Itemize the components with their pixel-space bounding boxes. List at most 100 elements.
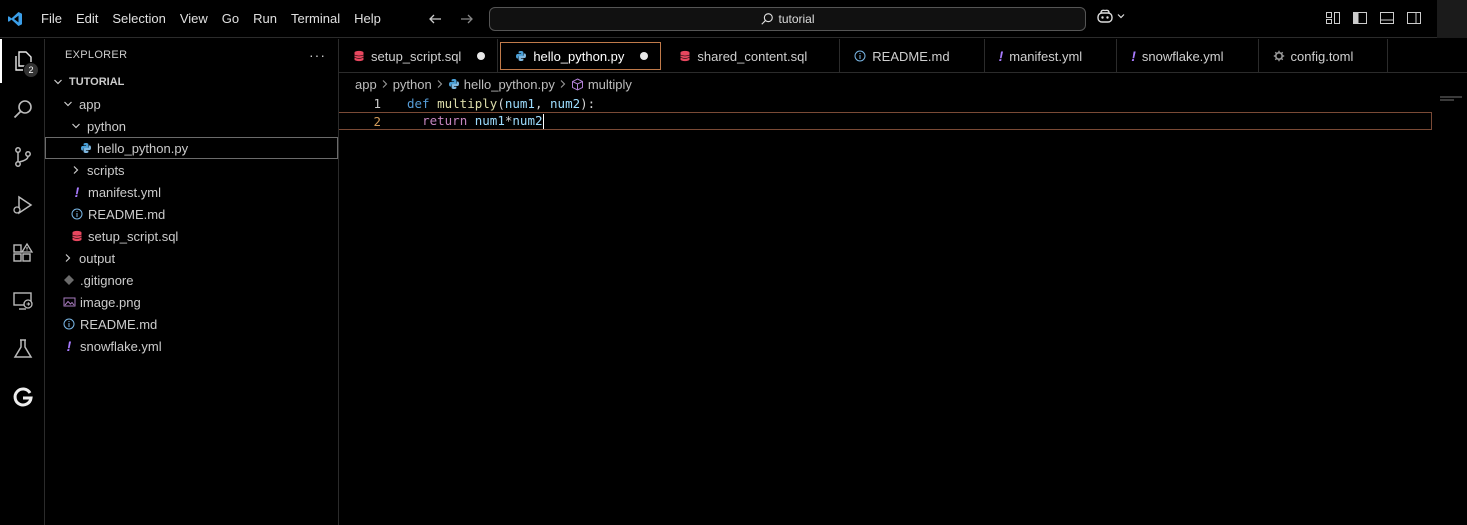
toggle-primary-sidebar-icon[interactable] xyxy=(1351,9,1369,27)
menu-selection[interactable]: Selection xyxy=(105,0,172,38)
chevron-right-icon xyxy=(381,77,389,92)
chevron-right-icon xyxy=(61,253,75,263)
tree-item-label: .gitignore xyxy=(80,272,134,288)
tab-setup-script-sql[interactable]: setup_script.sql xyxy=(339,39,499,73)
tree-item[interactable]: hello_python.py xyxy=(45,137,338,159)
menu-edit[interactable]: Edit xyxy=(69,0,105,38)
tree-item[interactable]: setup_script.sql xyxy=(45,225,338,247)
copilot-button[interactable] xyxy=(1096,8,1126,24)
more-actions-icon[interactable]: ··· xyxy=(309,47,326,63)
tree-item[interactable]: python xyxy=(45,115,338,137)
menu-help[interactable]: Help xyxy=(347,0,388,38)
line-number: 2 xyxy=(373,113,381,129)
unsaved-dot-icon[interactable] xyxy=(477,52,486,60)
tree-item[interactable]: README.md xyxy=(45,203,338,225)
chevron-right-icon xyxy=(436,77,444,92)
code-line[interactable]: 1 def multiply(num1, num2): xyxy=(339,94,1432,112)
tab-readme-md[interactable]: README.md xyxy=(840,39,985,73)
tree-item-label: app xyxy=(79,96,101,112)
code-line[interactable]: 2 return num1*num2 xyxy=(339,112,1432,130)
gear-icon xyxy=(1273,50,1285,62)
breadcrumb-item[interactable]: app xyxy=(355,77,377,92)
tree-item-label: TUTORIAL xyxy=(69,76,125,88)
tab-label: manifest.yml xyxy=(1009,48,1083,64)
tree-item[interactable]: README.md xyxy=(45,313,338,335)
explorer-icon[interactable]: 2 xyxy=(0,39,45,83)
command-center-search[interactable]: tutorial xyxy=(489,7,1086,31)
tree-item-label: snowflake.yml xyxy=(80,338,162,354)
activity-bar: 2 xyxy=(0,39,45,525)
tab-manifest-yml[interactable]: ! manifest.yml xyxy=(985,39,1118,73)
method-cube-icon xyxy=(571,77,584,91)
unsaved-dot-icon[interactable] xyxy=(640,52,649,60)
breadcrumb-item[interactable]: python xyxy=(393,77,432,92)
explorer-header: EXPLORER ··· xyxy=(45,39,338,71)
toggle-panel-icon[interactable] xyxy=(1378,9,1396,27)
testing-flask-icon[interactable] xyxy=(0,327,45,371)
tab-config-toml[interactable]: config.toml xyxy=(1259,39,1389,73)
menu-go[interactable]: Go xyxy=(215,0,246,38)
gitkraken-icon[interactable] xyxy=(0,375,45,419)
tree-item[interactable]: output xyxy=(45,247,338,269)
customize-layout-icon[interactable] xyxy=(1324,9,1342,27)
window-controls-area xyxy=(1437,0,1467,38)
tree-item[interactable]: ! manifest.yml xyxy=(45,181,338,203)
tree-item-label: output xyxy=(79,250,116,266)
breadcrumb-label: app xyxy=(355,76,377,92)
tab-label: hello_python.py xyxy=(533,48,625,64)
python-file-icon xyxy=(448,78,460,90)
tab-label: shared_content.sql xyxy=(697,48,808,64)
explorer-title: EXPLORER xyxy=(65,49,128,61)
tree-item[interactable]: app xyxy=(45,93,338,115)
explorer-badge: 2 xyxy=(23,62,39,78)
tree-item-label: README.md xyxy=(80,316,158,332)
info-icon xyxy=(61,318,77,330)
tab-snowflake-yml[interactable]: ! snowflake.yml xyxy=(1117,39,1259,73)
info-icon xyxy=(854,50,866,62)
tab-label: config.toml xyxy=(1290,48,1354,64)
menu-terminal[interactable]: Terminal xyxy=(284,0,347,38)
database-file-icon xyxy=(679,50,691,62)
yaml-file-icon: ! xyxy=(998,48,1004,64)
breadcrumb-item[interactable]: hello_python.py xyxy=(448,77,555,92)
run-debug-icon[interactable] xyxy=(0,183,45,227)
code-editor[interactable]: 1 def multiply(num1, num2): 2 return num1*… xyxy=(339,94,1467,525)
tree-item[interactable]: ! snowflake.yml xyxy=(45,335,338,357)
database-file-icon xyxy=(69,230,85,242)
menu-view[interactable]: View xyxy=(173,0,215,38)
line-number: 1 xyxy=(373,95,381,111)
source-control-icon[interactable] xyxy=(0,135,45,179)
python-file-icon xyxy=(78,142,94,154)
forward-arrow-icon[interactable] xyxy=(456,8,478,30)
tree-item-label: scripts xyxy=(87,162,125,178)
chevron-down-icon xyxy=(1117,14,1125,19)
image-file-icon xyxy=(61,296,77,308)
yaml-file-icon: ! xyxy=(66,338,72,354)
search-icon[interactable] xyxy=(0,87,45,131)
breadcrumb-item[interactable]: multiply xyxy=(571,77,632,92)
menu-bar: File Edit Selection View Go Run Terminal Help xyxy=(34,0,388,38)
tree-item-label: hello_python.py xyxy=(97,140,189,156)
tree-item-label: setup_script.sql xyxy=(88,228,179,244)
breadcrumb-label: python xyxy=(392,76,432,92)
code-text: return num1*num2 xyxy=(422,113,544,129)
text-cursor xyxy=(542,114,544,129)
minimap[interactable] xyxy=(1440,96,1464,102)
tree-item[interactable]: .gitignore xyxy=(45,269,338,291)
gitignore-icon xyxy=(61,274,77,286)
tree-root-tutorial[interactable]: TUTORIAL xyxy=(45,71,338,93)
toggle-secondary-sidebar-icon[interactable] xyxy=(1405,9,1423,27)
title-bar: File Edit Selection View Go Run Terminal Help t… xyxy=(0,0,1467,38)
database-file-icon xyxy=(353,50,365,62)
remote-explorer-icon[interactable] xyxy=(0,279,45,323)
back-arrow-icon[interactable] xyxy=(424,8,446,30)
menu-file[interactable]: File xyxy=(34,0,69,38)
extensions-icon[interactable] xyxy=(0,231,45,275)
tree-item[interactable]: scripts xyxy=(45,159,338,181)
tab-shared-content-sql[interactable]: shared_content.sql xyxy=(665,39,841,73)
tab-hello-python-py[interactable]: hello_python.py xyxy=(500,42,662,70)
breadcrumb-label: multiply xyxy=(587,76,632,92)
yaml-file-icon: ! xyxy=(1131,48,1136,64)
menu-run[interactable]: Run xyxy=(246,0,284,38)
tree-item[interactable]: image.png xyxy=(45,291,338,313)
